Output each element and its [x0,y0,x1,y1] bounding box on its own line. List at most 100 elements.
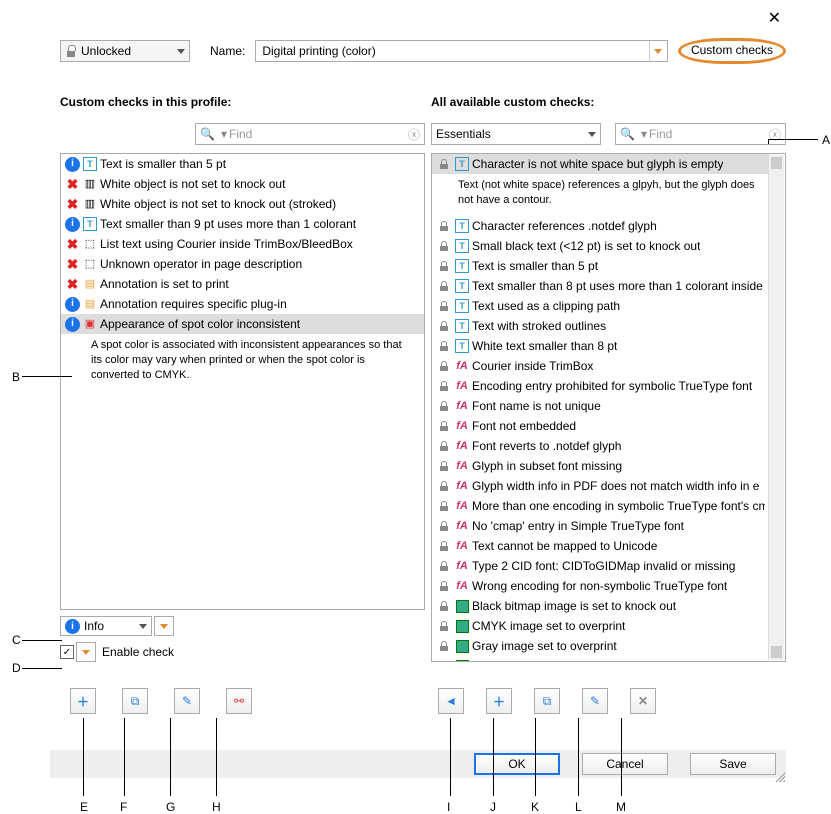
list-item[interactable]: Resolution of bitmap images is between 0… [432,656,769,661]
list-item[interactable]: fAType 2 CID font: CIDToGIDMap invalid o… [432,556,769,576]
list-item[interactable]: fAFont not embedded [432,416,769,436]
lock-state-label: Unlocked [81,44,131,58]
text-type-icon: T [454,339,470,354]
list-item-label: Black bitmap image is set to knock out [472,598,676,614]
include-check-button[interactable]: ◄ [438,688,464,714]
list-item[interactable]: fAFont reverts to .notdef glyph [432,436,769,456]
clear-icon[interactable]: ⓧ [408,126,420,143]
chevron-down-icon: ▾ [641,127,647,141]
font-type-icon: fA [454,459,470,474]
enable-check-label: Enable check [102,645,174,659]
list-item[interactable]: fAMore than one encoding in symbolic Tru… [432,496,769,516]
list-item[interactable]: TText used as a clipping path [432,296,769,316]
category-dropdown[interactable]: Essentials [431,123,601,145]
new-check-button[interactable]: ＋ [486,688,512,714]
add-check-button[interactable]: ＋ [70,688,96,714]
severity-options-button[interactable] [154,616,174,636]
list-item[interactable]: ✖▥White object is not set to knock out (… [61,194,424,214]
text-type-icon: T [454,319,470,334]
search-icon: 🔍 [620,127,635,141]
image-type-icon [454,659,470,662]
profile-checks-list[interactable]: iTText is smaller than 5 pt✖▥White objec… [60,153,425,610]
lock-icon [440,321,448,331]
list-item[interactable]: fAFont name is not unique [432,396,769,416]
lock-icon [440,481,448,491]
callout-line [83,718,84,796]
list-item[interactable]: ✖▥White object is not set to knock out [61,174,424,194]
list-item[interactable]: TText smaller than 8 pt uses more than 1… [432,276,769,296]
right-search-input[interactable]: 🔍 ▾ Find ⓧ [615,123,786,145]
callout-line [22,668,62,669]
edit-check-button[interactable]: ✎ [174,688,200,714]
ok-button[interactable]: OK [474,753,560,775]
list-item[interactable]: iTText is smaller than 5 pt [61,154,424,174]
delete-check-button[interactable]: ✕ [630,688,656,714]
duplicate-check-button[interactable]: ⧉ [122,688,148,714]
list-item-label: Small black text (<12 pt) is set to knoc… [472,238,700,254]
font-type-icon: fA [454,359,470,374]
list-item[interactable]: fACourier inside TrimBox [432,356,769,376]
list-item-label: Gray image set to overprint [472,638,617,654]
list-item[interactable]: TCharacter references .notdef glyph [432,216,769,236]
list-item-label: Wrong encoding for non-symbolic TrueType… [472,578,727,594]
custom-checks-section-button[interactable]: Custom checks [678,38,786,64]
available-checks-list[interactable]: TCharacter is not white space but glyph … [431,153,786,662]
error-icon: ✖ [65,237,80,252]
severity-dropdown[interactable]: i Info [60,616,152,636]
profile-name-dropdown[interactable] [649,41,667,61]
list-item[interactable]: fAText cannot be mapped to Unicode [432,536,769,556]
edit-available-button[interactable]: ✎ [582,688,608,714]
list-item[interactable]: TSmall black text (<12 pt) is set to kno… [432,236,769,256]
duplicate-icon: ⧉ [131,694,140,709]
list-item[interactable]: fAGlyph in subset font missing [432,456,769,476]
scroll-down-icon[interactable] [771,646,782,658]
delete-icon: ✕ [638,694,648,708]
list-item[interactable]: TText is smaller than 5 pt [432,256,769,276]
list-item[interactable]: ✖▤Annotation is set to print [61,274,424,294]
list-item[interactable]: fAWrong encoding for non-symbolic TrueTy… [432,576,769,596]
cancel-button[interactable]: Cancel [582,753,668,775]
box-type-icon: ⬚ [82,237,98,252]
unlink-check-button[interactable]: ⚯ [226,688,252,714]
list-item[interactable]: fAGlyph width info in PDF does not match… [432,476,769,496]
scroll-up-icon[interactable] [771,157,782,169]
close-icon[interactable]: ✕ [768,8,781,28]
save-button[interactable]: Save [690,753,776,775]
list-item-label: Glyph width info in PDF does not match w… [472,478,759,494]
list-item[interactable]: TWhite text smaller than 8 pt [432,336,769,356]
list-item[interactable]: ✖⬚Unknown operator in page description [61,254,424,274]
enable-check-checkbox[interactable]: ✓ [60,645,74,659]
box-type-icon: ⬚ [82,257,98,272]
plus-icon: ＋ [493,693,505,710]
text-type-icon: T [82,217,98,232]
lock-icon [440,301,448,311]
chevron-down-icon: ▾ [221,127,227,141]
left-search-input[interactable]: 🔍 ▾ Find ⓧ [195,123,425,145]
list-item[interactable]: Black bitmap image is set to knock out [432,596,769,616]
duplicate-available-button[interactable]: ⧉ [534,688,560,714]
profile-name-input[interactable]: Digital printing (color) [256,41,647,61]
lock-state-dropdown[interactable]: Unlocked [60,40,190,62]
list-item[interactable]: fAEncoding entry prohibited for symbolic… [432,376,769,396]
list-item[interactable]: fANo 'cmap' entry in Simple TrueType fon… [432,516,769,536]
scrollbar[interactable] [768,155,784,660]
enable-check-options-button[interactable] [76,642,96,662]
list-item[interactable]: i▤Annotation requires specific plug-in [61,294,424,314]
unlink-icon: ⚯ [234,694,244,708]
list-item[interactable]: ✖⬚List text using Courier inside TrimBox… [61,234,424,254]
info-icon: i [65,217,80,232]
list-item-label: Resolution of bitmap images is between 0… [472,658,760,661]
callout-line [22,640,62,641]
list-item[interactable]: TText with stroked outlines [432,316,769,336]
list-item[interactable]: CMYK image set to overprint [432,616,769,636]
list-item[interactable]: Gray image set to overprint [432,636,769,656]
font-type-icon: fA [454,519,470,534]
object-type-icon: ▥ [82,177,98,192]
resize-grip-icon[interactable] [773,770,785,782]
info-icon: i [65,157,80,172]
list-item[interactable]: TCharacter is not white space but glyph … [432,154,769,174]
list-item[interactable]: i▣Appearance of spot color inconsistent [61,314,424,334]
callout-line [578,718,579,796]
list-item[interactable]: iTText smaller than 9 pt uses more than … [61,214,424,234]
font-type-icon: fA [454,499,470,514]
